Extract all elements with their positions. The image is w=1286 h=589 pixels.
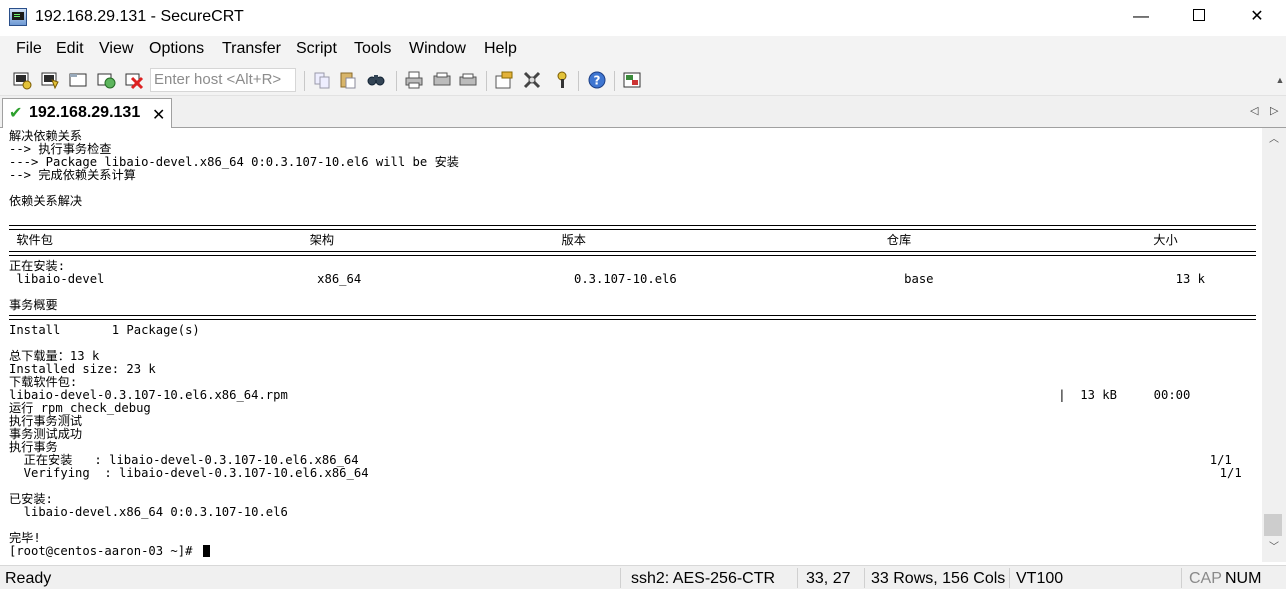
- print-icon[interactable]: [404, 70, 424, 90]
- terminal-line: libaio-devel-0.3.107-10.el6.x86_64.rpm |…: [9, 388, 1191, 402]
- reconnect-icon[interactable]: [96, 70, 116, 90]
- menu-view[interactable]: View: [99, 40, 133, 58]
- status-caps-lock: CAP: [1189, 570, 1222, 587]
- status-emulation: VT100: [1016, 570, 1064, 587]
- menu-bar: File Edit View Options Transfer Script T…: [0, 36, 1286, 64]
- maximize-button[interactable]: [1170, 0, 1228, 34]
- quick-connect-icon[interactable]: [40, 70, 60, 90]
- menu-transfer[interactable]: Transfer: [222, 40, 281, 58]
- menu-options[interactable]: Options: [149, 40, 204, 58]
- terminal-line: Verifying : libaio-devel-0.3.107-10.el6.…: [9, 466, 1242, 480]
- status-separator: [1009, 568, 1010, 588]
- paste-icon[interactable]: [338, 70, 358, 90]
- find-icon[interactable]: [366, 70, 386, 90]
- terminal-cursor: [202, 545, 210, 557]
- help-icon[interactable]: ?: [587, 70, 607, 90]
- menu-file[interactable]: File: [16, 40, 42, 58]
- toolbar: Enter host <Alt+R> ? ▲: [0, 64, 1286, 96]
- print-setup-icon[interactable]: [432, 70, 452, 90]
- table-header-row: 软件包 架构 版本 仓库 大小: [9, 233, 1178, 247]
- toolbar-scroll-up-icon[interactable]: ▲: [1274, 68, 1286, 92]
- menu-edit[interactable]: Edit: [56, 40, 84, 58]
- toolbar-separator: [578, 71, 579, 91]
- toolbar-separator: [614, 71, 615, 91]
- status-separator: [1181, 568, 1182, 588]
- minimize-button[interactable]: —: [1112, 0, 1170, 34]
- terminal-output[interactable]: 解决依赖关系 --> 执行事务检查 ---> Package libaio-de…: [0, 128, 1262, 562]
- table-divider: [9, 251, 1256, 256]
- maximize-icon: [1193, 9, 1205, 22]
- status-terminal-size: 33 Rows, 156 Cols: [871, 570, 1006, 587]
- print-screen-icon[interactable]: [458, 70, 478, 90]
- menu-window[interactable]: Window: [409, 40, 466, 58]
- connect-in-tab-icon[interactable]: [68, 70, 88, 90]
- status-bar: Ready ssh2: AES-256-CTR 33, 27 33 Rows, …: [0, 565, 1286, 589]
- status-num-lock: NUM: [1225, 570, 1262, 587]
- sftp-icon[interactable]: [622, 70, 642, 90]
- terminal-line: --> 完成依赖关系计算: [9, 168, 136, 182]
- terminal-line: 依赖关系解决: [9, 194, 83, 208]
- session-options-icon[interactable]: [494, 70, 514, 90]
- window-title: 192.168.29.131 - SecureCRT: [35, 8, 244, 25]
- terminal-prompt: [root@centos-aaron-03 ~]#: [9, 544, 200, 558]
- toolbar-separator: [486, 71, 487, 91]
- terminal-prompt-line[interactable]: [root@centos-aaron-03 ~]#: [9, 545, 210, 558]
- global-options-icon[interactable]: [522, 70, 542, 90]
- keymap-icon[interactable]: [552, 70, 572, 90]
- terminal-line: 事务概要: [9, 298, 58, 312]
- table-divider: [9, 315, 1256, 320]
- session-tab-bar: ✔ 192.168.29.131 ✕: [0, 96, 1286, 128]
- session-tab-label: 192.168.29.131: [29, 104, 141, 121]
- status-cursor-position: 33, 27: [806, 570, 851, 587]
- copy-icon[interactable]: [312, 70, 332, 90]
- check-icon: ✔: [9, 105, 23, 122]
- menu-help[interactable]: Help: [484, 40, 517, 58]
- close-button[interactable]: ✕: [1228, 0, 1286, 34]
- enter-host-input[interactable]: Enter host <Alt+R>: [150, 68, 296, 92]
- status-cipher: ssh2: AES-256-CTR: [631, 570, 776, 587]
- table-divider: [9, 225, 1256, 230]
- close-icon: ✕: [1250, 8, 1264, 25]
- menu-tools[interactable]: Tools: [354, 40, 391, 58]
- table-row: libaio-devel x86_64 0.3.107-10.el6 base …: [9, 272, 1206, 286]
- terminal-scrollbar[interactable]: ︿ ﹀: [1262, 128, 1286, 562]
- status-separator: [620, 568, 621, 588]
- toolbar-separator: [396, 71, 397, 91]
- status-ready: Ready: [5, 570, 52, 587]
- scrollbar-thumb[interactable]: [1264, 514, 1282, 536]
- status-separator: [864, 568, 865, 588]
- tab-scroll-right-icon[interactable]: ▷: [1270, 104, 1278, 117]
- menu-script[interactable]: Script: [296, 40, 337, 58]
- tab-close-icon[interactable]: ✕: [152, 105, 165, 125]
- terminal-line: libaio-devel.x86_64 0:0.3.107-10.el6: [9, 505, 288, 519]
- minimize-icon: —: [1133, 8, 1149, 25]
- tab-scroll-left-icon[interactable]: ◁: [1250, 104, 1258, 117]
- scroll-down-icon[interactable]: ﹀: [1262, 540, 1286, 556]
- svg-text:?: ?: [594, 74, 601, 88]
- title-bar: 192.168.29.131 - SecureCRT — ✕: [0, 0, 1286, 36]
- session-tab[interactable]: ✔ 192.168.29.131 ✕: [2, 98, 172, 128]
- status-separator: [797, 568, 798, 588]
- connect-icon[interactable]: [12, 70, 32, 90]
- toolbar-separator: [304, 71, 305, 91]
- terminal-line: Install 1 Package(s): [9, 323, 200, 337]
- scroll-up-icon[interactable]: ︿: [1262, 132, 1286, 148]
- securecrt-app-icon[interactable]: [9, 8, 27, 26]
- disconnect-icon[interactable]: [124, 70, 144, 90]
